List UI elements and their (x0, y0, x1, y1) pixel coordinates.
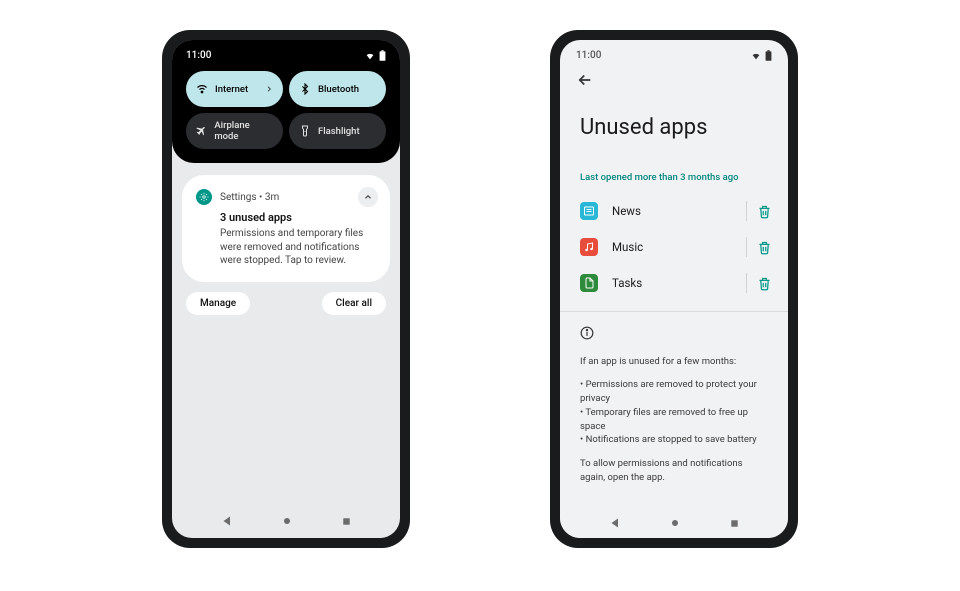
app-row[interactable]: Tasks (560, 265, 788, 301)
app-icon (580, 274, 598, 292)
divider (746, 273, 747, 293)
wifi-icon (365, 51, 375, 61)
battery-icon (765, 50, 772, 61)
chevron-right-icon (265, 85, 273, 93)
divider (746, 237, 747, 257)
page-title: Unused apps (560, 93, 788, 158)
info-bullet: Permissions are removed to protect your … (580, 378, 768, 406)
phone-frame-right: 11:00 Unused apps Last opened more than … (550, 30, 798, 548)
info-bullet: Temporary files are removed to free up s… (580, 406, 768, 434)
section-label: Last opened more than 3 months ago (560, 158, 788, 193)
info-bullet: Notifications are stopped to save batter… (580, 433, 768, 447)
status-icons (751, 50, 772, 61)
arrow-left-icon (576, 71, 594, 89)
info-block: If an app is unused for a few months: Pe… (560, 312, 788, 509)
collapse-button[interactable] (358, 187, 378, 207)
app-list: News Music Tasks (560, 193, 788, 301)
manage-button[interactable]: Manage (186, 292, 250, 315)
screen-unused-apps: 11:00 Unused apps Last opened more than … (560, 40, 788, 538)
status-icons (365, 50, 386, 61)
app-name: Music (612, 240, 643, 254)
delete-button[interactable] (757, 276, 772, 291)
qs-tile-label: Bluetooth (318, 84, 359, 95)
qs-tile-flashlight[interactable]: Flashlight (289, 113, 386, 149)
nav-bar (560, 509, 788, 538)
flashlight-icon (299, 125, 311, 137)
app-row[interactable]: Music (560, 229, 788, 265)
nav-home-icon[interactable] (669, 517, 681, 529)
chevron-up-icon (363, 192, 373, 202)
qs-tile-airplane[interactable]: Airplane mode (186, 113, 283, 149)
screen-notification-shade: 11:00 Internet Bluetooth Ai (172, 40, 400, 538)
qs-tile-internet[interactable]: Internet (186, 71, 283, 107)
app-row[interactable]: News (560, 193, 788, 229)
wifi-icon (751, 51, 761, 61)
info-icon (580, 326, 768, 345)
nav-back-icon[interactable] (609, 517, 621, 529)
notification-body: Permissions and temporary files were rem… (220, 227, 370, 268)
app-name: News (612, 204, 641, 218)
qs-tile-label: Flashlight (318, 126, 360, 137)
bluetooth-icon (299, 83, 311, 95)
status-bar: 11:00 (186, 50, 386, 61)
notification-card[interactable]: Settings • 3m 3 unused apps Permissions … (182, 175, 390, 282)
nav-home-icon[interactable] (281, 515, 293, 527)
nav-recents-icon[interactable] (729, 518, 740, 529)
delete-button[interactable] (757, 204, 772, 219)
quick-settings-panel: 11:00 Internet Bluetooth Ai (172, 40, 400, 163)
app-icon (580, 238, 598, 256)
settings-icon (196, 189, 212, 205)
info-outro: To allow permissions and notifications a… (580, 457, 768, 485)
nav-recents-icon[interactable] (341, 516, 352, 527)
trash-icon (757, 276, 772, 291)
battery-icon (379, 50, 386, 61)
trash-icon (757, 204, 772, 219)
info-bullets: Permissions are removed to protect your … (580, 378, 768, 447)
qs-tile-bluetooth[interactable]: Bluetooth (289, 71, 386, 107)
info-intro: If an app is unused for a few months: (580, 355, 768, 369)
notification-title: 3 unused apps (220, 211, 376, 224)
notification-source: Settings • 3m (220, 192, 279, 203)
airplane-icon (196, 125, 207, 137)
divider (746, 201, 747, 221)
phone-frame-left: 11:00 Internet Bluetooth Ai (162, 30, 410, 548)
wifi-icon (196, 83, 208, 95)
qs-tile-label: Airplane mode (214, 120, 273, 142)
status-time: 11:00 (186, 50, 211, 61)
nav-back-icon[interactable] (221, 515, 233, 527)
nav-bar (172, 504, 400, 538)
app-icon (580, 202, 598, 220)
status-time: 11:00 (576, 50, 601, 61)
clear-all-button[interactable]: Clear all (322, 292, 386, 315)
trash-icon (757, 240, 772, 255)
notification-actions: Manage Clear all (186, 292, 386, 315)
status-bar: 11:00 (576, 50, 772, 61)
delete-button[interactable] (757, 240, 772, 255)
qs-tile-label: Internet (215, 84, 248, 95)
back-button[interactable] (576, 71, 594, 89)
app-name: Tasks (612, 276, 642, 290)
